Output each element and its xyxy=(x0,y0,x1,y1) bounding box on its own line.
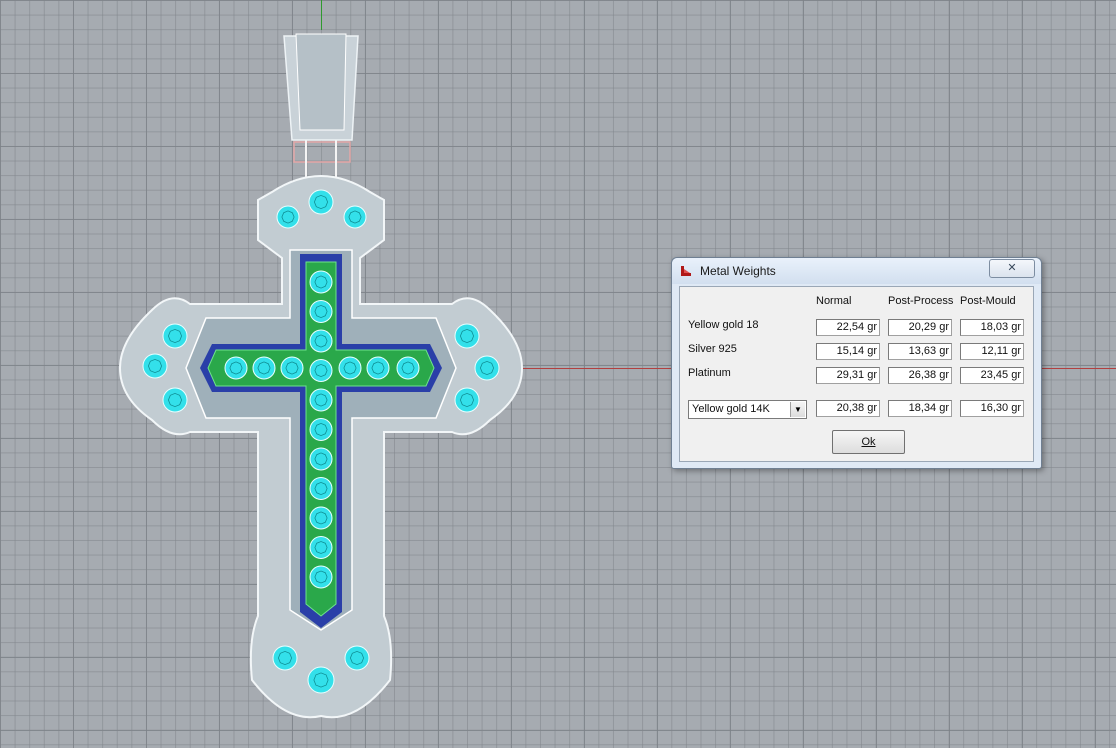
channel-gem xyxy=(252,356,276,380)
weight-cell[interactable]: 23,45 gr xyxy=(960,367,1024,384)
ok-button[interactable]: Ok xyxy=(832,430,905,454)
ok-button-label: Ok xyxy=(861,436,876,448)
close-button[interactable]: ✕ xyxy=(989,259,1035,278)
pendant-bail xyxy=(283,33,359,178)
weight-cell[interactable]: 20,29 gr xyxy=(888,319,952,336)
channel-gem xyxy=(309,506,333,530)
metal-weights-dialog: Metal Weights ✕ Normal Post-Process Post… xyxy=(671,257,1042,469)
accent-gem xyxy=(307,666,335,694)
channel-gem xyxy=(309,536,333,559)
channel-gem xyxy=(309,388,333,412)
channel-gem xyxy=(309,270,333,294)
accent-gem xyxy=(276,205,300,229)
row-label-yellow-gold-18: Yellow gold 18 xyxy=(688,319,759,331)
accent-gem xyxy=(162,323,188,349)
accent-gem xyxy=(454,323,480,349)
weight-cell[interactable]: 20,38 gr xyxy=(816,400,880,417)
accent-gem xyxy=(308,189,334,215)
metal-select[interactable]: Yellow gold 14K ▼ xyxy=(688,400,807,419)
column-header-post-process: Post-Process xyxy=(888,295,954,307)
row-label-silver-925: Silver 925 xyxy=(688,343,737,355)
weight-cell[interactable]: 15,14 gr xyxy=(816,343,880,360)
app-logo-icon xyxy=(681,266,691,276)
weight-cell[interactable]: 13,63 gr xyxy=(888,343,952,360)
accent-gem xyxy=(142,353,168,379)
channel-gem xyxy=(396,356,420,380)
weight-cell[interactable]: 29,31 gr xyxy=(816,367,880,384)
channel-gem xyxy=(280,356,304,380)
accent-gem xyxy=(454,387,480,413)
accent-gem xyxy=(474,355,500,381)
weight-cell[interactable]: 12,11 gr xyxy=(960,343,1024,360)
dialog-client-area: Normal Post-Process Post-Mould Yellow go… xyxy=(679,286,1034,462)
metal-select-value: Yellow gold 14K xyxy=(692,403,770,415)
channel-gem xyxy=(309,447,333,471)
column-header-normal: Normal xyxy=(816,295,852,307)
channel-gem xyxy=(309,359,333,382)
channel-gem xyxy=(366,356,390,380)
channel-gem xyxy=(224,356,248,380)
weight-cell[interactable]: 18,03 gr xyxy=(960,319,1024,336)
channel-gem xyxy=(309,300,333,323)
dropdown-arrow-icon[interactable]: ▼ xyxy=(790,402,805,417)
weight-cell[interactable]: 18,34 gr xyxy=(888,400,952,417)
row-label-platinum: Platinum xyxy=(688,367,731,379)
channel-gem xyxy=(309,477,333,500)
weight-cell[interactable]: 16,30 gr xyxy=(960,400,1024,417)
accent-gem xyxy=(344,645,370,671)
column-header-post-mould: Post-Mould xyxy=(960,295,1016,307)
dialog-titlebar[interactable]: Metal Weights ✕ xyxy=(672,258,1041,284)
weight-cell[interactable]: 22,54 gr xyxy=(816,319,880,336)
dialog-title: Metal Weights xyxy=(700,264,776,278)
accent-gem xyxy=(343,205,367,229)
channel-gem xyxy=(309,418,333,441)
close-icon: ✕ xyxy=(1007,262,1017,274)
weight-cell[interactable]: 26,38 gr xyxy=(888,367,952,384)
channel-gem xyxy=(338,356,362,380)
accent-gem xyxy=(162,387,188,413)
channel-gem xyxy=(309,565,333,589)
channel-gem xyxy=(309,329,333,353)
accent-gem xyxy=(272,645,298,671)
